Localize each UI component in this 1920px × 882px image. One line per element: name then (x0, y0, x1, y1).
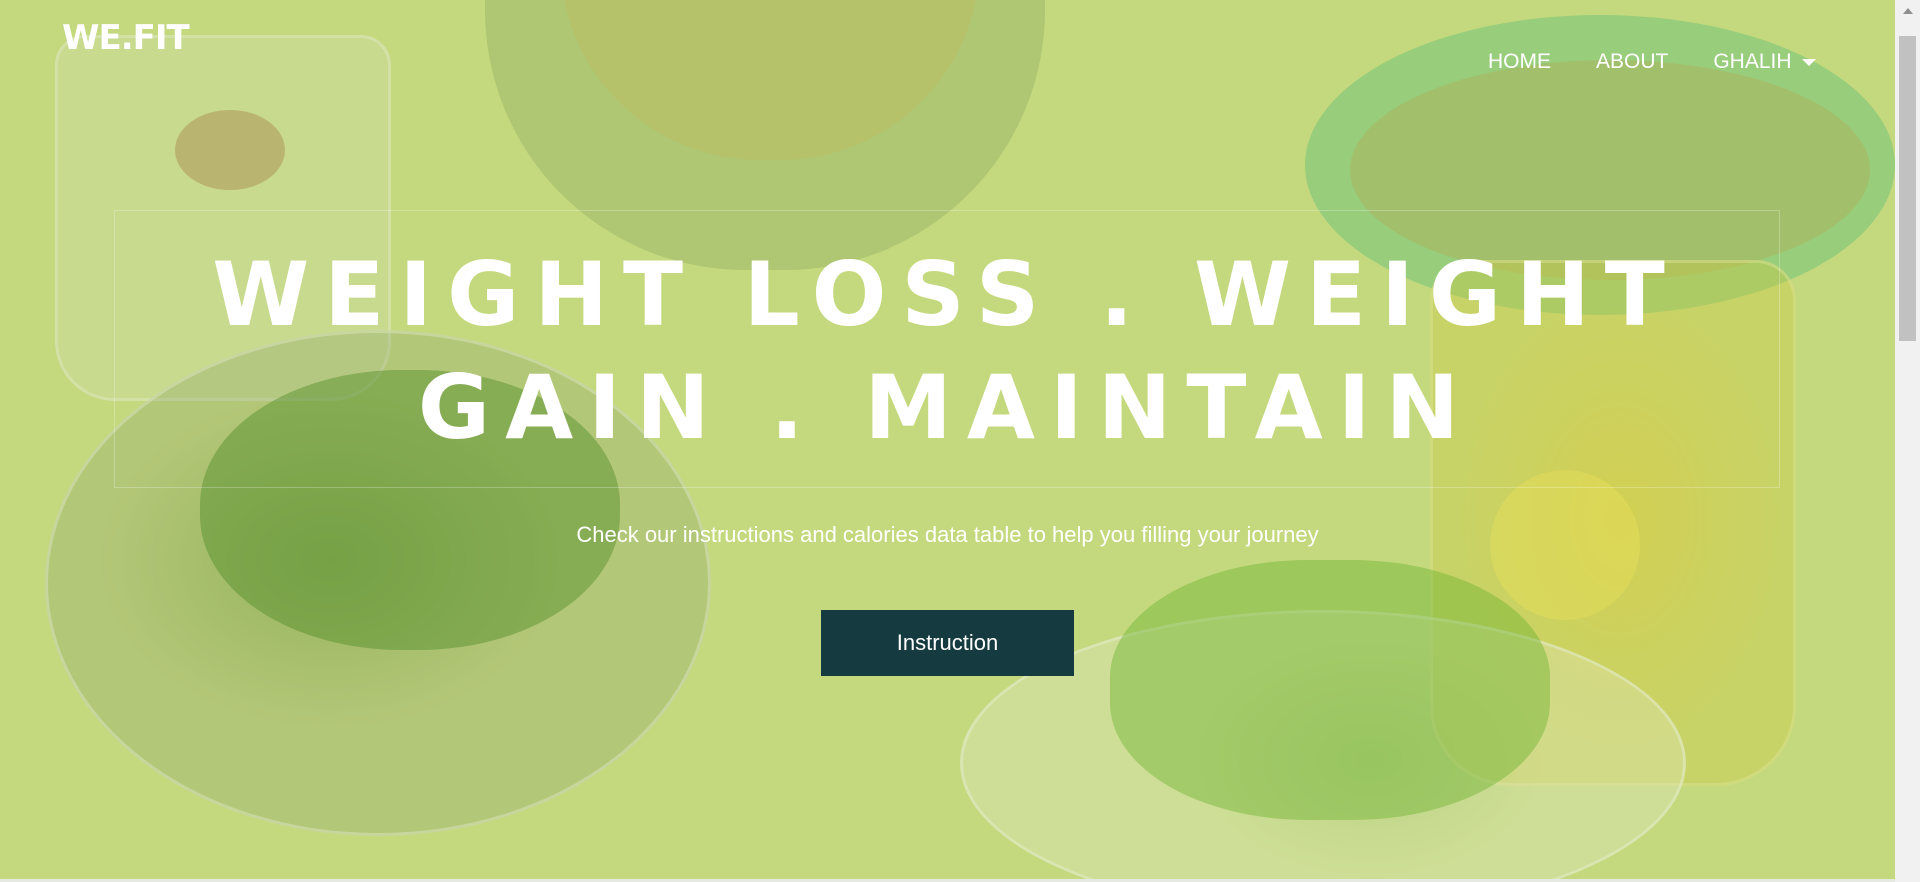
hero-section: WE.FIT HOME ABOUT GHALIH WEIGHT LOSS . W… (0, 0, 1895, 879)
instruction-button[interactable]: Instruction (821, 610, 1074, 676)
nav-user-label: GHALIH (1713, 50, 1792, 73)
caret-down-icon (1801, 58, 1816, 66)
nav-user-dropdown[interactable]: GHALIH (1713, 50, 1816, 74)
hero-headline: WEIGHT LOSS . WEIGHT GAIN . MAINTAIN (212, 243, 1680, 459)
scrollbar-thumb[interactable] (1899, 36, 1916, 341)
background-lettuce (1110, 560, 1550, 820)
hero-subtitle: Check our instructions and calories data… (576, 522, 1319, 547)
nav-home-link[interactable]: HOME (1488, 50, 1551, 74)
main-nav: HOME ABOUT GHALIH (1488, 50, 1816, 74)
scroll-up-arrow-icon[interactable] (1903, 8, 1913, 14)
background-strawberry (175, 110, 285, 190)
vertical-scrollbar[interactable] (1895, 0, 1920, 882)
nav-about-link[interactable]: ABOUT (1596, 50, 1668, 74)
site-logo[interactable]: WE.FIT (62, 18, 190, 58)
